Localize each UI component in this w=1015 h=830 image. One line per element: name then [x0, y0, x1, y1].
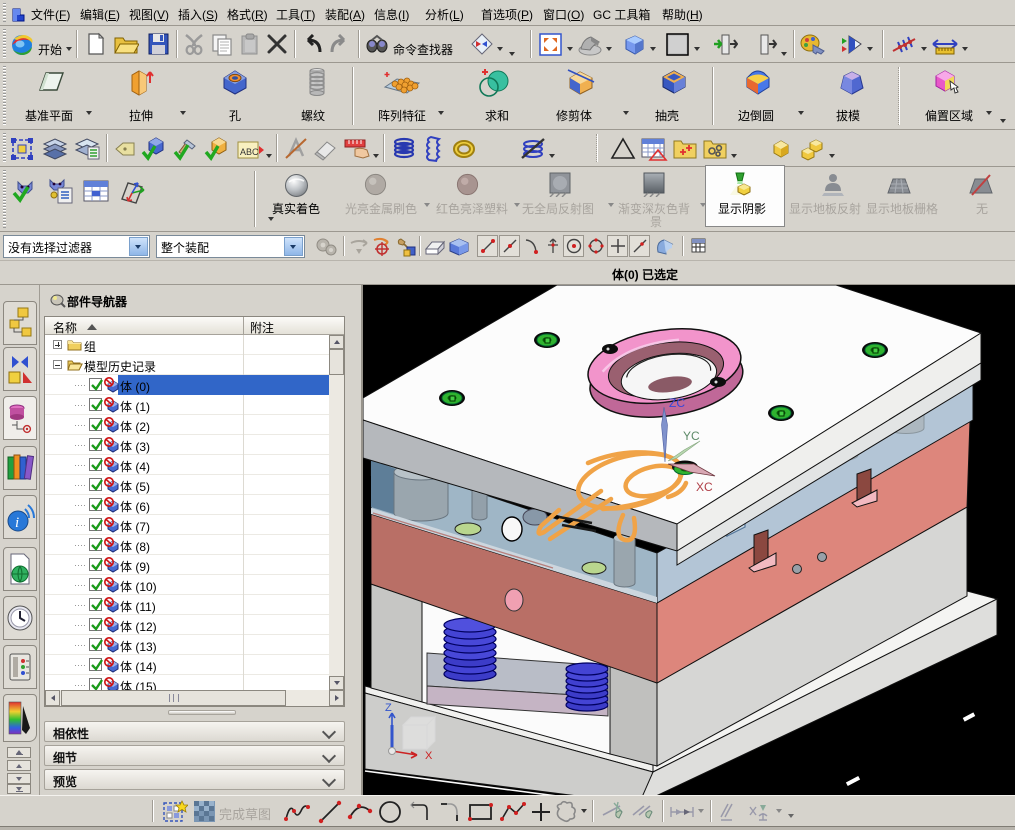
svg-text:Z: Z — [385, 702, 392, 714]
svg-text:ZC: ZC — [669, 396, 685, 410]
svg-text:X: X — [425, 750, 433, 762]
svg-text:ABC: ABC — [240, 147, 259, 157]
svg-text:XC: XC — [696, 480, 713, 494]
svg-text:YC: YC — [683, 429, 700, 443]
svg-text:i: i — [15, 515, 19, 531]
